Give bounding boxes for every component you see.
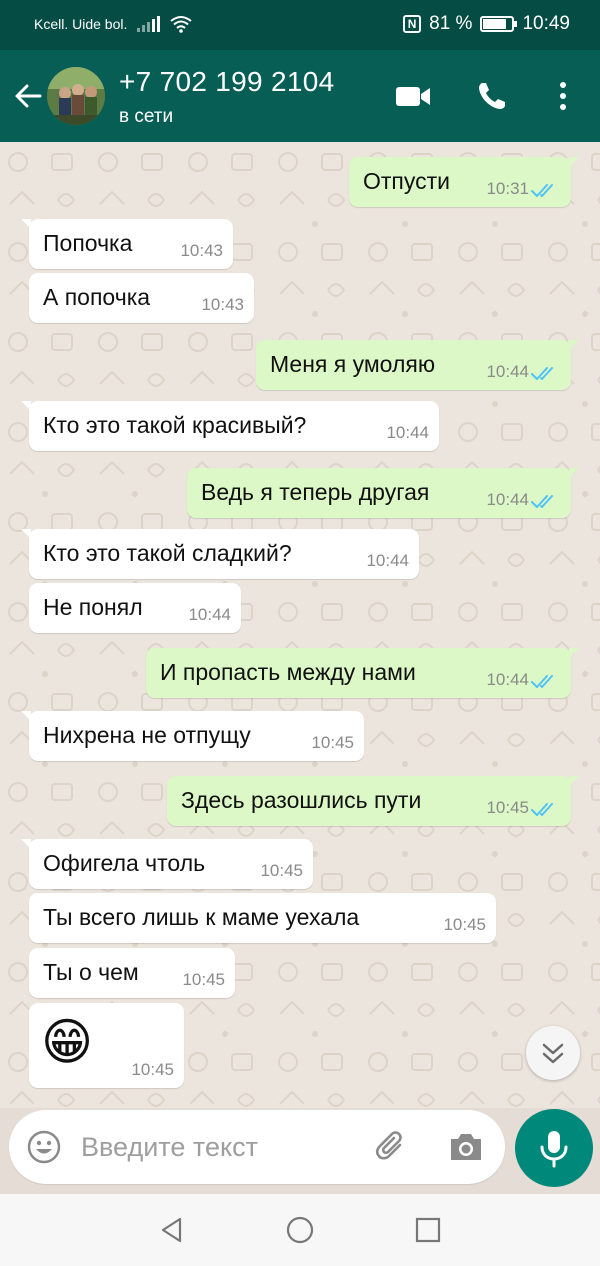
signal-icon — [137, 16, 161, 32]
message-time: 10:44 — [486, 670, 529, 689]
message-time: 10:44 — [366, 551, 409, 570]
message-time: 10:44 — [486, 362, 529, 381]
message-text: Ты всего лишь к маме уехала — [43, 904, 360, 930]
outgoing-message[interactable]: И пропасть между нами 10:44 — [146, 648, 579, 698]
system-nav-bar — [0, 1194, 600, 1266]
message-text: Здесь разошлись пути — [181, 787, 422, 813]
message-time: 10:44 — [486, 490, 529, 509]
more-vert-icon[interactable] — [553, 80, 573, 112]
message-text: Попочка — [43, 230, 133, 256]
incoming-message[interactable]: 😁 10:45 — [29, 1003, 184, 1088]
message-time: 10:45 — [311, 733, 354, 752]
battery-icon — [480, 16, 518, 32]
message-text: И пропасть между нами — [160, 659, 416, 685]
contact-name[interactable]: +7 702 199 2104 — [119, 66, 334, 98]
read-receipt-icon — [531, 365, 559, 381]
message-text: Офигела чтоль — [43, 850, 206, 876]
message-time: 10:44 — [386, 423, 429, 442]
outgoing-message[interactable]: Здесь разошлись пути 10:45 — [167, 776, 579, 826]
outgoing-message[interactable]: Меня я умоляю 10:44 — [256, 340, 579, 390]
message-text: Кто это такой сладкий? — [43, 540, 292, 566]
nav-back-icon[interactable] — [158, 1216, 186, 1244]
chat-area[interactable]: Отпусти 10:31 Попочка 10:43 А попочка 10:43 Ме… — [0, 142, 600, 1108]
status-time: 10:49 — [522, 13, 570, 34]
message-text: Кто это такой красивый? — [43, 412, 307, 438]
incoming-message[interactable]: Попочка 10:43 — [21, 219, 233, 269]
message-time: 10:45 — [486, 798, 529, 817]
message-text: А попочка — [43, 284, 151, 310]
outgoing-message[interactable]: Отпусти 10:31 — [349, 157, 579, 207]
message-time: 10:44 — [188, 605, 231, 624]
incoming-message[interactable]: Не понял 10:44 — [29, 583, 241, 633]
read-receipt-icon — [531, 673, 559, 689]
chat-header: +7 702 199 2104 в сети — [0, 50, 600, 142]
nfc-icon: N — [403, 15, 422, 33]
battery-fill — [483, 19, 507, 29]
avatar-photo — [47, 67, 105, 125]
phone-icon[interactable] — [475, 80, 509, 112]
contact-status: в сети — [119, 106, 174, 127]
message-emoji: 😁 — [41, 1014, 94, 1070]
message-composer[interactable]: Введите текст — [9, 1110, 505, 1184]
message-time: 10:45 — [260, 861, 303, 880]
nav-home-icon[interactable] — [285, 1215, 315, 1245]
scroll-down-button[interactable] — [526, 1026, 580, 1080]
camera-icon[interactable] — [447, 1131, 485, 1163]
incoming-message[interactable]: Кто это такой сладкий? 10:44 — [21, 529, 419, 579]
message-text: Меня я умоляю — [270, 351, 436, 377]
outgoing-message[interactable]: Ведь я теперь другая 10:44 — [187, 468, 579, 518]
read-receipt-icon — [531, 182, 559, 198]
wifi-icon — [170, 16, 193, 33]
message-text: Не понял — [43, 594, 143, 620]
message-time: 10:45 — [131, 1060, 174, 1079]
message-time: 10:43 — [180, 241, 223, 260]
incoming-message[interactable]: Ты о чем 10:45 — [29, 948, 235, 998]
attach-icon[interactable] — [373, 1128, 411, 1166]
message-time: 10:45 — [182, 970, 225, 989]
message-text: Нихрена не отпущу — [43, 722, 251, 748]
incoming-message[interactable]: Ты всего лишь к маме уехала 10:45 — [29, 893, 496, 943]
status-bar: Kcell. Uide bol. N 81 % 10:49 — [0, 0, 600, 50]
incoming-message[interactable]: Офигела чтоль 10:45 — [21, 839, 313, 889]
status-left: Kcell. Uide bol. — [34, 15, 193, 33]
message-input[interactable]: Введите текст — [81, 1132, 258, 1163]
message-time: 10:43 — [201, 295, 244, 314]
mic-icon — [540, 1131, 568, 1168]
nav-recents-icon[interactable] — [414, 1216, 442, 1244]
avatar[interactable] — [47, 67, 105, 125]
message-time: 10:45 — [443, 915, 486, 934]
battery-percent: 81 % — [429, 13, 473, 34]
read-receipt-icon — [531, 801, 559, 817]
status-right: N 81 % 10:49 — [403, 13, 570, 35]
carrier-label: Kcell. Uide bol. — [34, 16, 128, 32]
message-text: Отпусти — [363, 168, 451, 194]
incoming-message[interactable]: Нихрена не отпущу 10:45 — [21, 711, 364, 761]
read-receipt-icon — [531, 493, 559, 509]
incoming-message[interactable]: Кто это такой красивый? 10:44 — [21, 401, 439, 451]
message-text: Ты о чем — [43, 959, 139, 985]
voice-record-button[interactable] — [515, 1109, 593, 1187]
message-text: Ведь я теперь другая — [201, 479, 430, 505]
video-call-icon[interactable] — [394, 80, 432, 112]
emoji-icon[interactable] — [26, 1129, 62, 1165]
message-time: 10:31 — [486, 179, 529, 198]
back-arrow-icon[interactable] — [12, 80, 44, 112]
incoming-message[interactable]: А попочка 10:43 — [29, 273, 254, 323]
double-chevron-down-icon — [542, 1043, 564, 1064]
